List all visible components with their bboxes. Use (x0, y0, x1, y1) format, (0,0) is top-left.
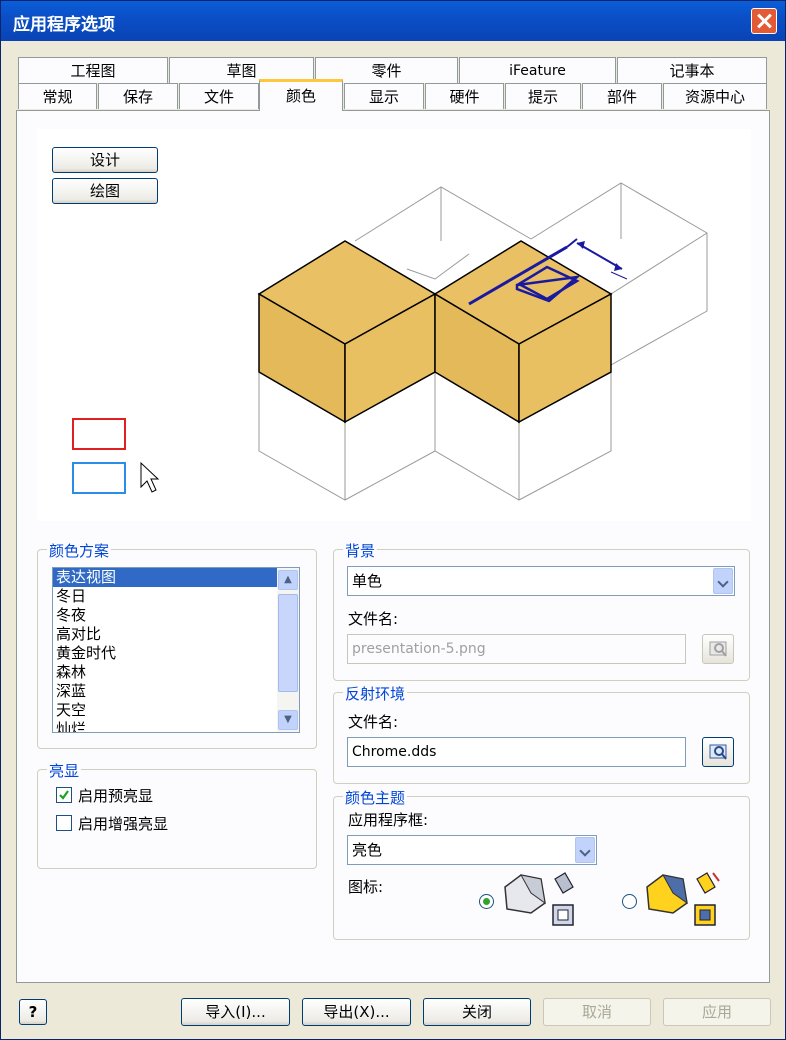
tab-file[interactable]: 文件 (179, 83, 259, 109)
browse-icon (709, 744, 727, 760)
color-theme-label: 颜色主题 (343, 787, 408, 808)
app-frame-select[interactable]: 亮色 (347, 835, 597, 865)
tab-general[interactable]: 常规 (18, 83, 97, 109)
list-item[interactable]: 天空 (53, 701, 299, 720)
scroll-thumb[interactable] (278, 594, 298, 692)
dark-theme-icon (646, 872, 720, 926)
list-item[interactable]: 深蓝 (53, 682, 299, 701)
background-filename-label: 文件名: (348, 610, 399, 628)
enable-enhanced-highlight-checkbox[interactable] (56, 815, 72, 831)
export-button[interactable]: 导出(X)... (302, 998, 411, 1026)
enable-enhanced-highlight-label: 启用增强亮显 (78, 815, 169, 833)
background-mode-select[interactable]: 单色 (347, 566, 735, 596)
background-label: 背景 (343, 540, 378, 561)
browse-icon (709, 641, 727, 657)
close-button[interactable]: 关闭 (423, 998, 531, 1026)
window-title: 应用程序选项 (13, 15, 115, 35)
tab-notebook[interactable]: 记事本 (617, 57, 767, 83)
help-icon[interactable]: ? (19, 999, 47, 1025)
highlight-label: 亮显 (47, 760, 82, 781)
tab-assembly[interactable]: 部件 (582, 83, 662, 109)
icon-theme-dark-radio[interactable] (622, 894, 637, 909)
check-icon (59, 790, 69, 800)
light-theme-icon (504, 872, 574, 926)
title-bar: 应用程序选项 (1, 1, 785, 41)
background-mode-value: 单色 (352, 572, 383, 590)
list-item[interactable]: 森林 (53, 663, 299, 682)
list-scrollbar[interactable]: ▲ ▼ (277, 568, 299, 732)
color-scheme-list[interactable]: 表达视图 冬日 冬夜 高对比 黄金时代 森林 深蓝 天空 灿烂 ▲ ▼ (52, 567, 300, 733)
background-browse-button[interactable] (702, 634, 734, 664)
list-item[interactable]: 冬日 (53, 587, 299, 606)
scroll-up-icon[interactable]: ▲ (278, 570, 298, 590)
tab-content-center[interactable]: 资源中心 (663, 83, 767, 109)
background-filename-field[interactable]: presentation-5.png (347, 634, 686, 664)
list-item[interactable]: 灿烂 (53, 720, 299, 732)
icons-label: 图标: (348, 878, 384, 896)
reflection-filename-label: 文件名: (348, 713, 399, 731)
chevron-down-icon[interactable] (575, 837, 595, 863)
chevron-down-icon[interactable] (713, 568, 733, 594)
apply-button[interactable]: 应用 (663, 998, 771, 1026)
enable-prehighlight-checkbox[interactable] (56, 787, 72, 803)
color-scheme-label: 颜色方案 (47, 540, 112, 561)
reflection-browse-button[interactable] (702, 737, 734, 767)
close-icon[interactable] (751, 8, 777, 34)
tab-ifeature[interactable]: iFeature (459, 57, 616, 83)
list-item[interactable]: 高对比 (53, 625, 299, 644)
tab-prompts[interactable]: 提示 (505, 83, 581, 109)
tab-display[interactable]: 显示 (344, 83, 424, 109)
icon-theme-light-radio[interactable] (479, 894, 494, 909)
cancel-button[interactable]: 取消 (543, 998, 651, 1026)
enable-prehighlight-label: 启用预亮显 (78, 787, 154, 805)
app-frame-label: 应用程序框: (348, 811, 429, 829)
reflection-filename-field[interactable]: Chrome.dds (347, 737, 686, 767)
tab-colors[interactable]: 颜色 (259, 79, 343, 111)
drawing-button[interactable]: 绘图 (52, 178, 158, 204)
reflection-label: 反射环境 (343, 683, 408, 704)
design-button[interactable]: 设计 (52, 147, 158, 173)
tab-save[interactable]: 保存 (98, 83, 178, 109)
list-item[interactable]: 表达视图 (53, 568, 299, 587)
import-button[interactable]: 导入(I)... (181, 998, 290, 1026)
list-item[interactable]: 黄金时代 (53, 644, 299, 663)
list-item[interactable]: 冬夜 (53, 606, 299, 625)
scroll-down-icon[interactable]: ▼ (278, 710, 298, 730)
application-options-window: 应用程序选项 工程图 草图 零件 iFeature 记事本 常规 保存 文件 颜… (0, 0, 786, 1040)
tab-hardware[interactable]: 硬件 (425, 83, 504, 109)
tab-drawing[interactable]: 工程图 (18, 57, 168, 83)
app-frame-value: 亮色 (352, 841, 383, 859)
